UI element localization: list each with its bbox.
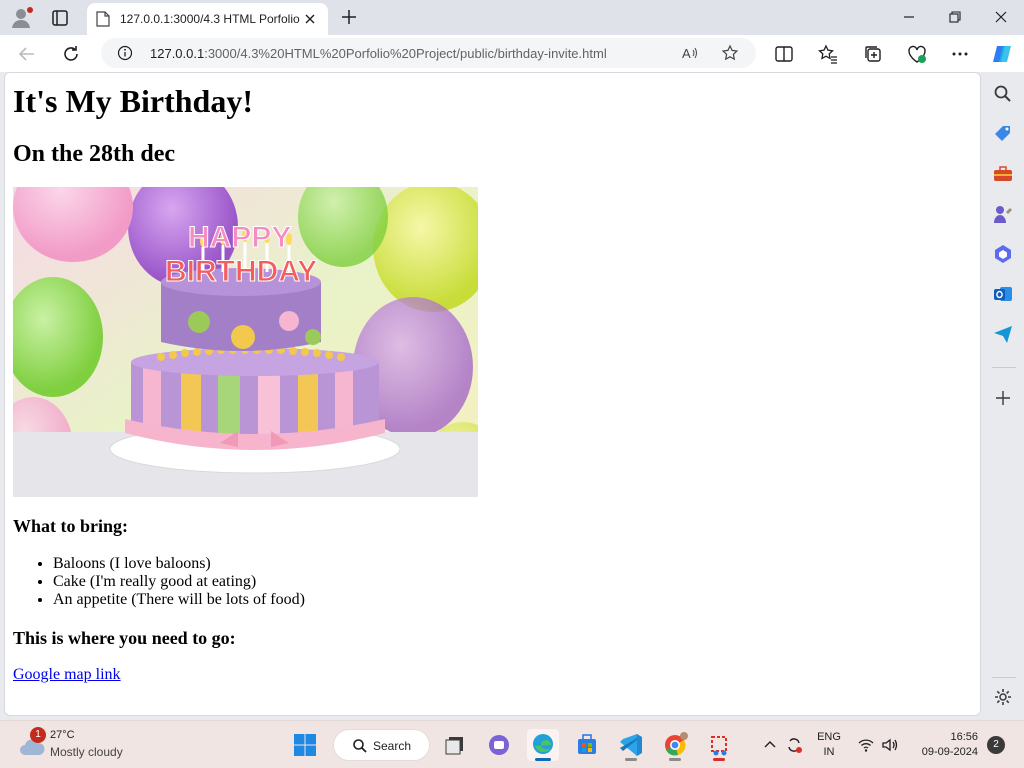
read-aloud-icon[interactable]: A [681, 44, 699, 62]
address-bar[interactable]: 127.0.0.1:3000/4.3%20HTML%20Porfolio%20P… [101, 38, 756, 68]
chrome-icon[interactable] [659, 729, 691, 761]
list-item: An appetite (There will be lots of food) [53, 591, 953, 609]
tab-title: 127.0.0.1:3000/4.3 HTML Porfolio [120, 12, 300, 26]
page-icon [96, 11, 110, 27]
list-item: Cake (I'm really good at eating) [53, 573, 953, 591]
collections-icon[interactable] [861, 42, 885, 66]
clock-date: 09-09-2024 [921, 746, 978, 758]
settings-gear-icon[interactable] [992, 686, 1014, 708]
url-text[interactable]: 127.0.0.1:3000/4.3%20HTML%20Porfolio%20P… [150, 46, 607, 61]
search-icon [352, 738, 368, 754]
snipping-tool-icon[interactable] [703, 729, 735, 761]
edge-browser-icon[interactable] [527, 729, 559, 761]
sidebar-divider [992, 367, 1016, 368]
browser-toolbar: 127.0.0.1:3000/4.3%20HTML%20Porfolio%20P… [0, 35, 1024, 72]
edge-sidebar [984, 72, 1024, 718]
tab-actions-icon[interactable] [48, 6, 72, 30]
tools-icon[interactable] [992, 163, 1014, 185]
microsoft-365-icon[interactable] [992, 243, 1014, 265]
shopping-tag-icon[interactable] [992, 123, 1014, 145]
open-indicator [625, 758, 637, 761]
url-host: 127.0.0.1 [150, 46, 205, 61]
task-view-icon[interactable] [439, 729, 471, 761]
minimize-button[interactable] [896, 5, 922, 29]
page-title: It's My Birthday! [13, 83, 253, 119]
weather-widget[interactable]: 1 27°C Mostly cloudy [16, 727, 156, 763]
active-tab[interactable]: 127.0.0.1:3000/4.3 HTML Porfolio [87, 3, 328, 35]
list-item: Baloons (I love baloons) [53, 555, 953, 573]
active-indicator [535, 758, 551, 761]
date-heading: On the 28th dec [13, 141, 175, 167]
back-arrow-icon[interactable] [14, 41, 40, 67]
split-screen-icon[interactable] [772, 42, 796, 66]
sidebar-divider [992, 677, 1016, 678]
copilot-icon[interactable] [990, 42, 1014, 66]
new-tab-button[interactable] [338, 6, 360, 28]
chevron-up-icon[interactable] [760, 735, 780, 755]
weather-badge: 1 [30, 727, 46, 743]
sync-icon[interactable] [784, 735, 804, 755]
search-icon[interactable] [992, 83, 1014, 105]
microsoft-store-icon[interactable] [571, 729, 603, 761]
page-viewport: It's My Birthday! On the 28th dec HAPPY … [4, 72, 981, 716]
open-indicator [713, 758, 725, 761]
send-icon[interactable] [992, 323, 1014, 345]
birthday-invite-page: It's My Birthday! On the 28th dec HAPPY … [13, 81, 953, 684]
notification-badge[interactable]: 2 [987, 736, 1005, 754]
bring-list: Baloons (I love baloons) Cake (I'm reall… [13, 555, 953, 609]
weather-condition: Mostly cloudy [50, 745, 123, 759]
cake-topper-happy: HAPPY [188, 221, 291, 254]
favorites-icon[interactable] [816, 42, 840, 66]
cake-topper-birthday: BIRTHDAY [165, 255, 317, 288]
clock-time: 16:56 [950, 731, 978, 743]
taskbar-search[interactable]: Search [333, 729, 430, 761]
add-icon[interactable] [992, 387, 1014, 409]
language-code: ENG [817, 731, 841, 743]
restore-button[interactable] [942, 5, 968, 29]
more-options-icon[interactable] [948, 42, 972, 66]
volume-icon[interactable] [880, 735, 900, 755]
site-info-icon[interactable] [117, 45, 133, 61]
svg-text:A: A [682, 46, 691, 61]
wifi-icon[interactable] [856, 735, 876, 755]
windows-taskbar: 1 27°C Mostly cloudy Search ENG IN 16:56… [0, 720, 1024, 768]
search-label: Search [373, 739, 412, 753]
browser-essentials-icon[interactable] [905, 42, 929, 66]
browser-titlebar: 127.0.0.1:3000/4.3 HTML Porfolio [0, 0, 1024, 35]
profile-avatar-icon[interactable] [10, 6, 34, 30]
games-icon[interactable] [992, 203, 1014, 225]
url-path: :3000/4.3%20HTML%20Porfolio%20Project/pu… [204, 46, 607, 61]
region-code: IN [823, 746, 835, 758]
outlook-icon[interactable] [992, 283, 1014, 305]
chat-app-icon[interactable] [483, 729, 515, 761]
refresh-icon[interactable] [58, 41, 84, 67]
system-clock[interactable]: 16:56 09-09-2024 [912, 730, 978, 760]
birthday-cake-image: HAPPY BIRTHDAY [13, 187, 478, 497]
location-heading: This is where you need to go: [13, 628, 236, 648]
favorite-star-icon[interactable] [721, 44, 739, 62]
google-map-link[interactable]: Google map link [13, 666, 121, 684]
language-indicator[interactable]: ENG IN [816, 730, 842, 760]
tab-close-icon[interactable] [301, 10, 319, 28]
bring-heading: What to bring: [13, 516, 129, 536]
vscode-icon[interactable] [615, 729, 647, 761]
close-window-button[interactable] [988, 5, 1014, 29]
weather-temp: 27°C [50, 729, 75, 741]
start-windows-icon[interactable] [293, 733, 317, 757]
open-indicator [669, 758, 681, 761]
